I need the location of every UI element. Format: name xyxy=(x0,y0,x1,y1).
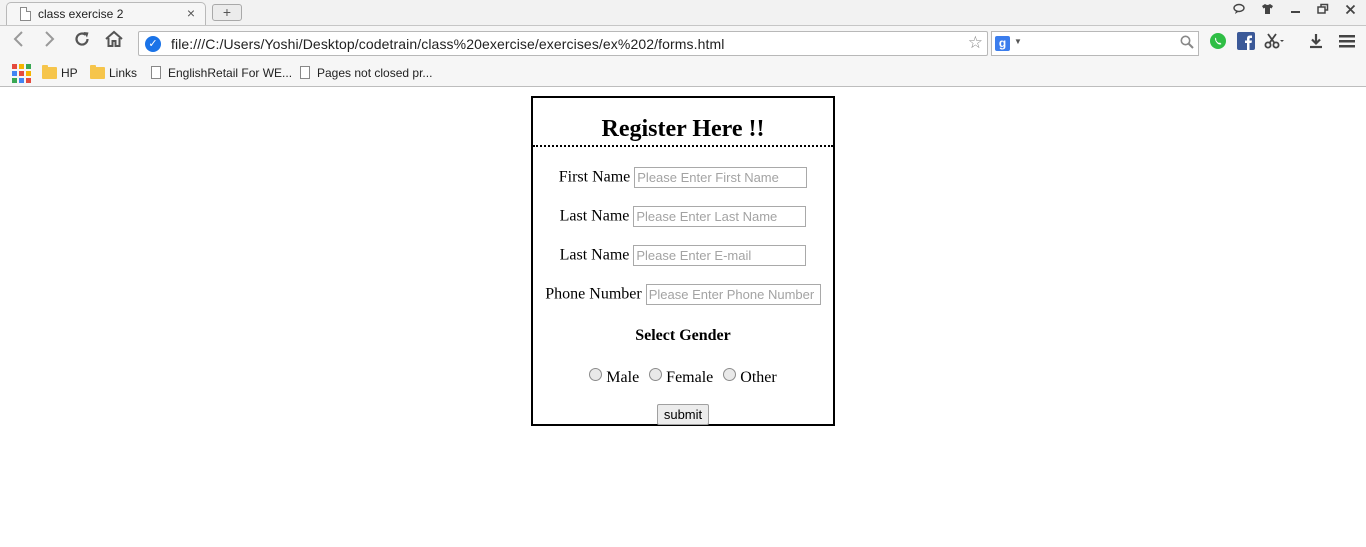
gender-option-male[interactable]: Male xyxy=(589,368,643,386)
bookmark-label: EnglishRetail For WE... xyxy=(168,66,293,80)
submit-button[interactable]: submit xyxy=(656,404,710,425)
last-name-label: Last Name xyxy=(559,207,630,225)
registration-form: Register Here !! First Name Last Name La… xyxy=(531,96,835,426)
scissors-icon[interactable] xyxy=(1264,32,1284,52)
bookmark-star-icon[interactable]: ☆ xyxy=(968,33,983,53)
bookmarks-bar: HP Links EnglishRetail For WE... Pages n… xyxy=(0,60,1366,87)
browser-titlebar: class exercise 2 × + xyxy=(0,0,1366,26)
phone-label: Phone Number xyxy=(545,285,642,303)
whatsapp-icon[interactable] xyxy=(1208,32,1228,52)
facebook-icon[interactable] xyxy=(1236,32,1256,52)
chevron-down-icon[interactable]: ▼ xyxy=(1014,37,1022,46)
apps-icon[interactable] xyxy=(11,63,31,83)
radio-other[interactable] xyxy=(723,368,737,381)
file-check-icon: ✓ xyxy=(145,36,161,52)
last-name-input[interactable] xyxy=(633,206,807,227)
bookmark-label: Links xyxy=(109,66,138,80)
email-input[interactable] xyxy=(633,245,807,266)
bookmark-label: Pages not closed pr... xyxy=(317,66,433,80)
radio-male[interactable] xyxy=(589,368,603,381)
last-name-row: Last Name xyxy=(533,206,833,227)
browser-tab[interactable]: class exercise 2 × xyxy=(6,2,206,26)
address-bar-url[interactable]: file:///C:/Users/Yoshi/Desktop/codetrain… xyxy=(171,36,724,52)
chat-icon[interactable] xyxy=(1233,3,1245,18)
form-title: Register Here !! xyxy=(601,116,765,142)
submit-row: submit xyxy=(533,404,833,425)
search-icon[interactable] xyxy=(1180,35,1194,52)
search-box[interactable]: g ▼ xyxy=(991,31,1199,56)
home-icon[interactable] xyxy=(102,30,126,54)
radio-label: Other xyxy=(740,369,777,386)
gender-heading: Select Gender xyxy=(635,327,731,344)
new-tab-button[interactable]: + xyxy=(212,4,242,21)
shirt-icon[interactable] xyxy=(1261,3,1274,18)
restore-icon[interactable] xyxy=(1317,3,1329,18)
close-window-icon[interactable] xyxy=(1345,3,1356,18)
bookmark-englishretail[interactable]: EnglishRetail For WE... xyxy=(149,64,292,82)
download-icon[interactable] xyxy=(1306,32,1326,52)
title-divider xyxy=(533,145,833,147)
email-row: Last Name xyxy=(533,245,833,266)
reload-icon[interactable] xyxy=(70,30,94,54)
radio-female[interactable] xyxy=(649,368,663,381)
first-name-row: First Name xyxy=(533,167,833,188)
address-bar[interactable]: ✓ file:///C:/Users/Yoshi/Desktop/codetra… xyxy=(138,31,988,56)
menu-icon[interactable] xyxy=(1337,32,1357,52)
radio-label: Male xyxy=(606,369,640,386)
page-icon xyxy=(151,66,161,79)
phone-row: Phone Number xyxy=(533,284,833,305)
page-icon xyxy=(20,7,31,21)
minimize-icon[interactable] xyxy=(1290,3,1301,18)
close-icon[interactable]: × xyxy=(187,5,195,21)
bookmark-label: HP xyxy=(61,66,78,80)
bookmark-hp[interactable]: HP xyxy=(42,64,78,82)
email-label: Last Name xyxy=(559,246,630,264)
browser-toolbar: ✓ file:///C:/Users/Yoshi/Desktop/codetra… xyxy=(0,25,1366,60)
folder-icon xyxy=(42,65,57,79)
gender-radio-group: Male Female Other xyxy=(533,368,833,387)
page-icon xyxy=(300,66,310,79)
forward-icon[interactable] xyxy=(37,30,61,54)
google-icon[interactable]: g xyxy=(995,36,1010,51)
bookmark-pages-not-closed[interactable]: Pages not closed pr... xyxy=(298,64,432,82)
folder-icon xyxy=(90,65,105,79)
radio-label: Female xyxy=(666,369,714,386)
bookmark-links[interactable]: Links xyxy=(90,64,137,82)
gender-option-other[interactable]: Other xyxy=(723,368,777,386)
back-icon[interactable] xyxy=(7,30,31,54)
first-name-input[interactable] xyxy=(634,167,808,188)
phone-input[interactable] xyxy=(645,284,821,305)
gender-option-female[interactable]: Female xyxy=(649,368,717,386)
tab-title: class exercise 2 xyxy=(38,7,124,21)
first-name-label: First Name xyxy=(558,168,631,186)
